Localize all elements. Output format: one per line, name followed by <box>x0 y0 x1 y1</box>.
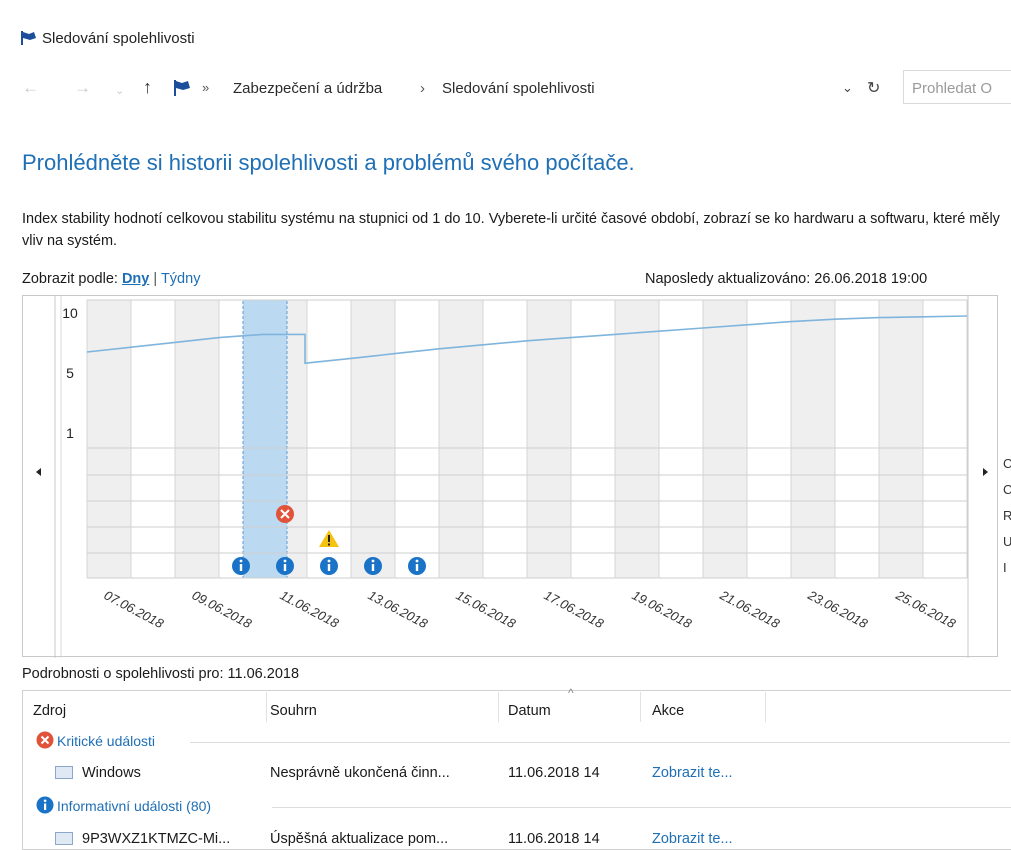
scroll-left-arrow-icon <box>36 468 41 476</box>
group-divider <box>272 807 1011 808</box>
application-icon <box>55 766 73 779</box>
day-column <box>879 300 923 578</box>
info-icon-mark <box>415 564 419 571</box>
y-tick-label: 10 <box>62 305 78 321</box>
x-axis-date-label: 09.06.2018 <box>190 587 255 631</box>
chart-row-legend: CCRUI <box>1003 456 1011 586</box>
column-header-date[interactable]: Datum <box>508 703 551 719</box>
recent-locations-button[interactable]: ⌄ <box>115 84 124 97</box>
breadcrumb-separator: › <box>420 80 425 97</box>
day-column <box>87 300 131 578</box>
x-axis-date-label: 25.06.2018 <box>893 587 959 632</box>
sort-ascending-icon: ^ <box>568 686 574 700</box>
reliability-flag-icon <box>21 31 36 45</box>
column-header-summary[interactable]: Souhrn <box>270 703 317 719</box>
day-column <box>703 300 747 578</box>
row-legend-letter: C <box>1003 456 1011 471</box>
row-legend-letter: C <box>1003 482 1011 497</box>
day-column <box>131 300 175 578</box>
view-by-label: Zobrazit podle: <box>22 271 118 287</box>
column-divider <box>498 692 499 722</box>
x-axis-date-label: 11.06.2018 <box>278 587 342 631</box>
row-legend-letter: R <box>1003 508 1011 523</box>
scroll-right-arrow-icon <box>983 468 988 476</box>
reliability-chart[interactable]: 10 5 1 07.06.2018 09.06.2018 11.06.2018 13.06.… <box>22 295 999 658</box>
day-column <box>747 300 791 578</box>
group-informational-events[interactable]: Informativní události (80) <box>57 798 211 814</box>
day-column <box>615 300 659 578</box>
back-button[interactable]: ← <box>22 78 39 98</box>
reliability-chart-svg[interactable]: 10 5 1 07.06.2018 09.06.2018 11.06.2018 13.06.… <box>23 296 999 658</box>
column-divider <box>640 692 641 722</box>
column-header-action[interactable]: Akce <box>652 703 684 719</box>
day-column <box>527 300 571 578</box>
forward-button[interactable]: → <box>74 78 91 98</box>
breadcrumb-reliability-monitor[interactable]: Sledování spolehlivosti <box>442 80 595 97</box>
info-icon-dot <box>415 559 419 563</box>
search-placeholder[interactable]: Prohledat O <box>912 80 992 97</box>
y-tick-label: 1 <box>66 425 74 441</box>
view-by-weeks-link[interactable]: Týdny <box>161 271 201 287</box>
day-column <box>439 300 483 578</box>
title-bar: Sledování spolehlivosti <box>0 0 1011 62</box>
day-column <box>395 300 439 578</box>
column-divider <box>765 692 766 722</box>
selected-day-column <box>242 299 288 579</box>
row-source[interactable]: Windows <box>82 765 141 781</box>
error-icon <box>36 731 54 749</box>
row-legend-letter: U <box>1003 534 1011 549</box>
info-icon-mark <box>371 564 375 571</box>
info-icon <box>36 796 54 814</box>
column-header-source[interactable]: Zdroj <box>33 703 66 719</box>
location-flag-icon <box>174 80 190 96</box>
x-axis-date-label: 13.06.2018 <box>366 587 431 631</box>
warning-icon-mark <box>328 535 330 542</box>
row-legend-letter: I <box>1003 560 1007 575</box>
warning-icon-dot <box>328 543 330 546</box>
row-summary[interactable]: Nesprávně ukončená činn... <box>270 765 450 781</box>
address-dropdown-chevron-icon[interactable]: ⌄ <box>842 80 853 96</box>
breadcrumb-security-maintenance[interactable]: Zabezpečení a údržba <box>233 80 382 97</box>
view-by-separator: | <box>153 271 158 287</box>
window-title: Sledování spolehlivosti <box>42 30 195 47</box>
group-critical-events[interactable]: Kritické události <box>57 733 155 749</box>
row-date[interactable]: 11.06.2018 14 <box>508 765 600 781</box>
info-icon-dot <box>327 559 331 563</box>
day-column <box>571 300 615 578</box>
x-axis-date-label: 17.06.2018 <box>542 587 607 631</box>
info-icon-mark <box>283 564 287 571</box>
x-axis-date-label: 21.06.2018 <box>717 587 783 632</box>
day-column <box>791 300 835 578</box>
x-axis-date-label: 19.06.2018 <box>630 587 695 631</box>
info-icon-dot <box>371 559 375 563</box>
up-button[interactable]: ↑ <box>143 77 152 98</box>
x-axis-date-label: 15.06.2018 <box>454 587 519 631</box>
row-action-link[interactable]: Zobrazit te... <box>652 765 733 781</box>
page-heading: Prohlédněte si historii spolehlivosti a … <box>22 150 635 175</box>
info-icon-dot <box>239 559 243 563</box>
info-icon-dot <box>283 559 287 563</box>
x-axis-date-label: 07.06.2018 <box>102 587 167 631</box>
refresh-icon[interactable]: ↻ <box>867 78 880 98</box>
details-title: Podrobnosti o spolehlivosti pro: 11.06.2… <box>22 666 300 682</box>
group-divider <box>190 742 1010 743</box>
last-updated-text: Naposledy aktualizováno: 26.06.2018 19:0… <box>645 271 928 287</box>
day-column <box>659 300 703 578</box>
x-axis-date-label: 23.06.2018 <box>805 587 871 632</box>
view-by-row: Zobrazit podle: Dny | Týdny <box>22 271 200 287</box>
page-description: Index stability hodnotí celkovou stabili… <box>22 211 1000 249</box>
breadcrumb-root-chevron[interactable]: » <box>202 80 209 95</box>
view-by-days-link[interactable]: Dny <box>122 271 149 287</box>
column-divider <box>266 692 267 722</box>
day-column <box>351 300 395 578</box>
application-icon <box>55 832 73 845</box>
day-column <box>923 300 967 578</box>
day-column <box>835 300 879 578</box>
y-tick-label: 5 <box>66 365 74 381</box>
info-icon-mark <box>239 564 243 571</box>
info-icon-mark <box>327 564 331 571</box>
